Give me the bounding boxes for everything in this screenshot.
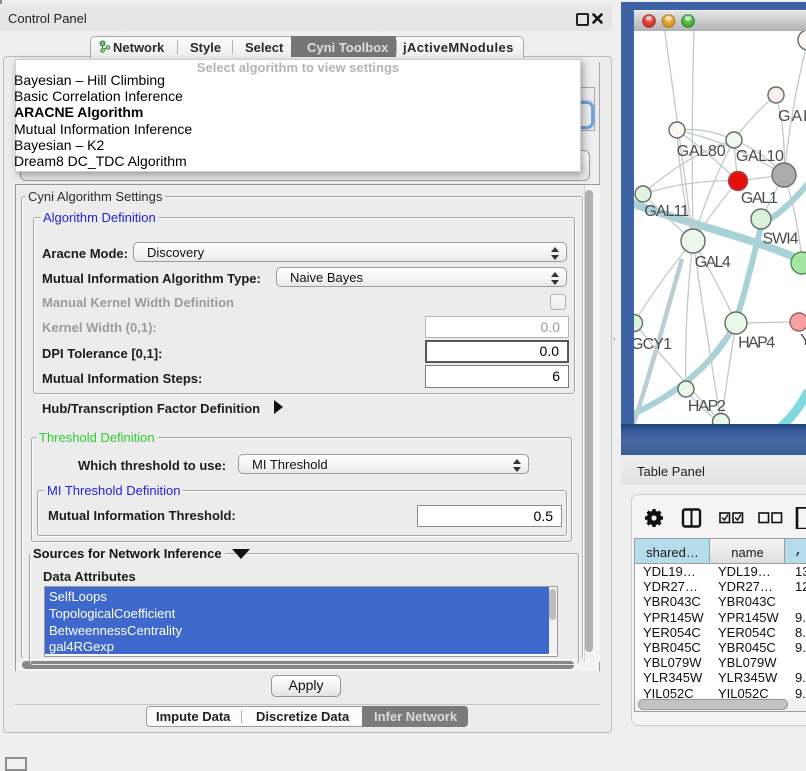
svg-text:GAL1: GAL1	[741, 190, 778, 207]
svg-text:HAP4: HAP4	[738, 335, 775, 352]
svg-text:SWI4: SWI4	[763, 231, 799, 248]
svg-text:GAL4: GAL4	[695, 254, 731, 271]
svg-text:GAL11: GAL11	[644, 203, 689, 220]
svg-text:GAL10: GAL10	[736, 148, 784, 165]
svg-text:GCY1: GCY1	[634, 336, 672, 353]
svg-text:GAL7: GAL7	[778, 108, 806, 125]
svg-text:GAL80: GAL80	[677, 143, 726, 160]
svg-text:HAP2: HAP2	[688, 398, 726, 415]
svg-text:Y: Y	[800, 332, 806, 349]
